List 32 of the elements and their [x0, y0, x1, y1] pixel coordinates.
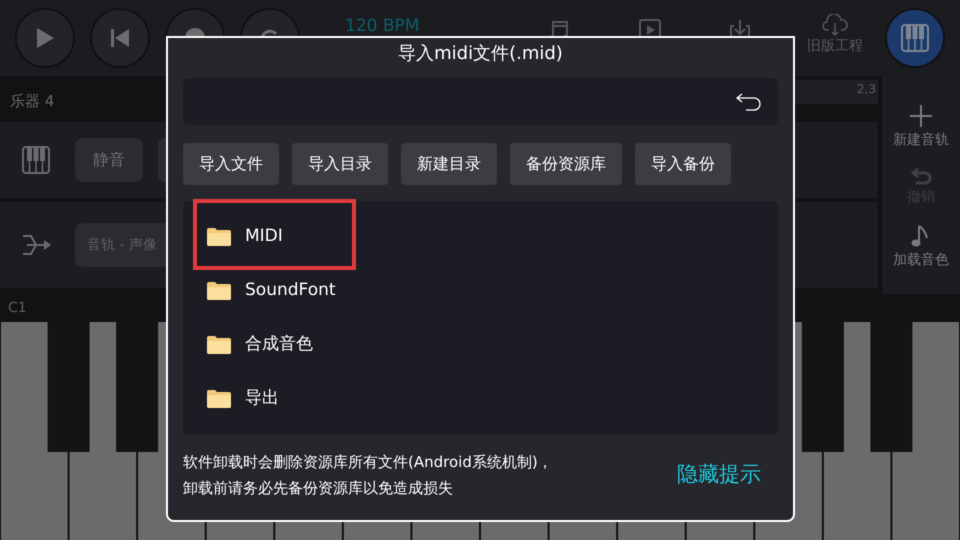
piano-icon	[22, 146, 50, 174]
music-note-icon	[911, 224, 931, 248]
notice-text: 卸载前请务必先备份资源库以免造成损失	[183, 478, 454, 499]
add-side-button[interactable]: 新建音轨	[893, 104, 949, 151]
dialog-button[interactable]: 导入备份	[635, 143, 731, 185]
dialog-button[interactable]: 导入目录	[292, 143, 388, 185]
dialog-title: 导入midi文件(.mid)	[397, 42, 564, 66]
hide-tip-link[interactable]: 隐藏提示	[677, 459, 761, 491]
skip-back-icon	[110, 28, 130, 48]
plus-icon	[909, 104, 933, 128]
folder-item[interactable]: MIDI	[183, 217, 293, 257]
dialog-button[interactable]: 导入文件	[183, 143, 279, 185]
piano-icon	[901, 24, 929, 52]
path-field[interactable]	[183, 78, 778, 125]
folder-item[interactable]: 合成音色	[183, 325, 323, 365]
folder-icon	[207, 282, 231, 300]
folder-icon	[207, 228, 231, 246]
octave-label: C1	[8, 298, 27, 318]
routing-arrow-icon	[22, 233, 52, 257]
play-icon	[35, 27, 55, 49]
track-header-label: 乐器 4	[10, 90, 54, 112]
ruler-label: 2,3	[856, 81, 876, 98]
undo-icon	[910, 167, 932, 185]
note-side-button[interactable]: 加载音色	[893, 224, 949, 271]
folder-item[interactable]: SoundFont	[183, 271, 346, 311]
folder-icon	[207, 390, 231, 408]
folder-item[interactable]: 导出	[183, 379, 289, 419]
folder-icon	[207, 336, 231, 354]
dialog-button[interactable]: 备份资源库	[510, 143, 622, 185]
notice-text: 软件卸载时会删除资源库所有文件(Android系统机制)，	[183, 452, 554, 473]
dialog-button[interactable]: 新建目录	[401, 143, 497, 185]
back-icon[interactable]	[736, 92, 762, 110]
